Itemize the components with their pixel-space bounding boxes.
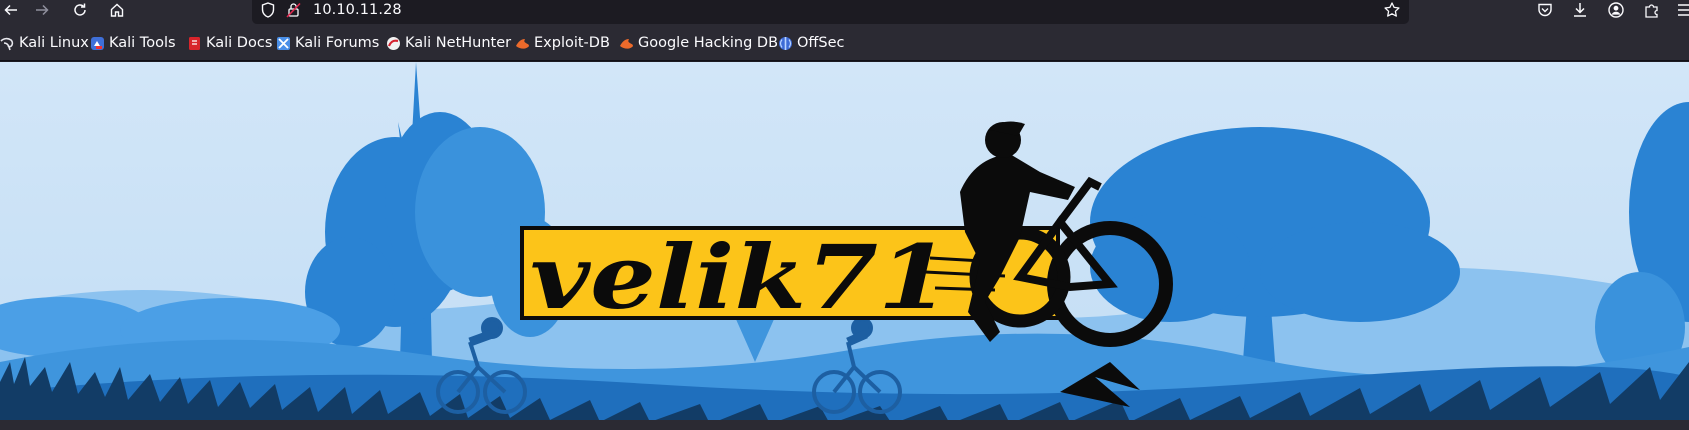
bookmark-label: Kali Forums: [295, 35, 380, 51]
kali-tools-icon: [91, 36, 104, 50]
bookmark-kali-linux[interactable]: Kali Linux: [0, 33, 89, 53]
shield-icon[interactable]: [259, 1, 277, 19]
bookmarks-toolbar: Kali Linux Kali Tools Kali Docs Kali For…: [0, 24, 1689, 61]
reload-button[interactable]: [69, 0, 91, 20]
bookmark-exploit-db[interactable]: Exploit-DB: [515, 33, 610, 53]
download-icon[interactable]: [1571, 1, 1589, 19]
forward-button[interactable]: [31, 0, 53, 20]
back-button[interactable]: [0, 0, 22, 20]
nethunter-icon: [387, 36, 400, 50]
exploit-db-icon: [516, 38, 529, 49]
page-bottom-strip: [0, 420, 1689, 430]
account-icon[interactable]: [1607, 1, 1625, 19]
offsec-icon: [779, 36, 792, 50]
home-button[interactable]: [106, 0, 128, 20]
bookmark-kali-forums[interactable]: Kali Forums: [276, 33, 379, 53]
bookmark-kali-nethunter[interactable]: Kali NetHunter: [386, 33, 511, 53]
kali-dragon-icon: [0, 37, 14, 50]
reload-icon: [74, 3, 86, 16]
bookmark-label: Exploit-DB: [534, 35, 610, 51]
navigation-toolbar: 10.10.11.28: [0, 0, 1689, 24]
bookmark-offsec[interactable]: OffSec: [778, 33, 845, 53]
bookmark-label: Kali Tools: [109, 35, 176, 51]
url-text[interactable]: 10.10.11.28: [313, 0, 402, 22]
bookmark-label: Kali Docs: [206, 35, 273, 51]
page-content: velik71: [0, 62, 1689, 430]
insecure-lock-icon[interactable]: [285, 1, 303, 19]
ghdb-icon: [620, 38, 633, 49]
bookmark-label: Kali Linux: [19, 35, 89, 51]
bookmark-label: Google Hacking DB: [638, 35, 779, 51]
bookmark-kali-tools[interactable]: Kali Tools: [90, 33, 176, 53]
arrow-left-icon: [4, 4, 17, 16]
logo-text: velik71: [530, 225, 950, 329]
puzzle-icon[interactable]: [1643, 1, 1661, 19]
banner-image: velik71: [0, 62, 1689, 430]
home-icon: [110, 3, 124, 17]
url-bar[interactable]: [252, 0, 1409, 24]
bookmark-label: OffSec: [797, 35, 845, 51]
star-icon[interactable]: [1383, 1, 1401, 19]
bookmark-label: Kali NetHunter: [405, 35, 512, 51]
menu-icon[interactable]: [1676, 1, 1689, 19]
arrow-right-icon: [36, 4, 49, 16]
kali-docs-icon: [189, 36, 200, 50]
bookmark-google-hacking-db[interactable]: Google Hacking DB: [619, 33, 778, 53]
pocket-icon[interactable]: [1536, 1, 1554, 19]
bookmark-kali-docs[interactable]: Kali Docs: [187, 33, 272, 53]
kali-forums-icon: [277, 36, 290, 50]
